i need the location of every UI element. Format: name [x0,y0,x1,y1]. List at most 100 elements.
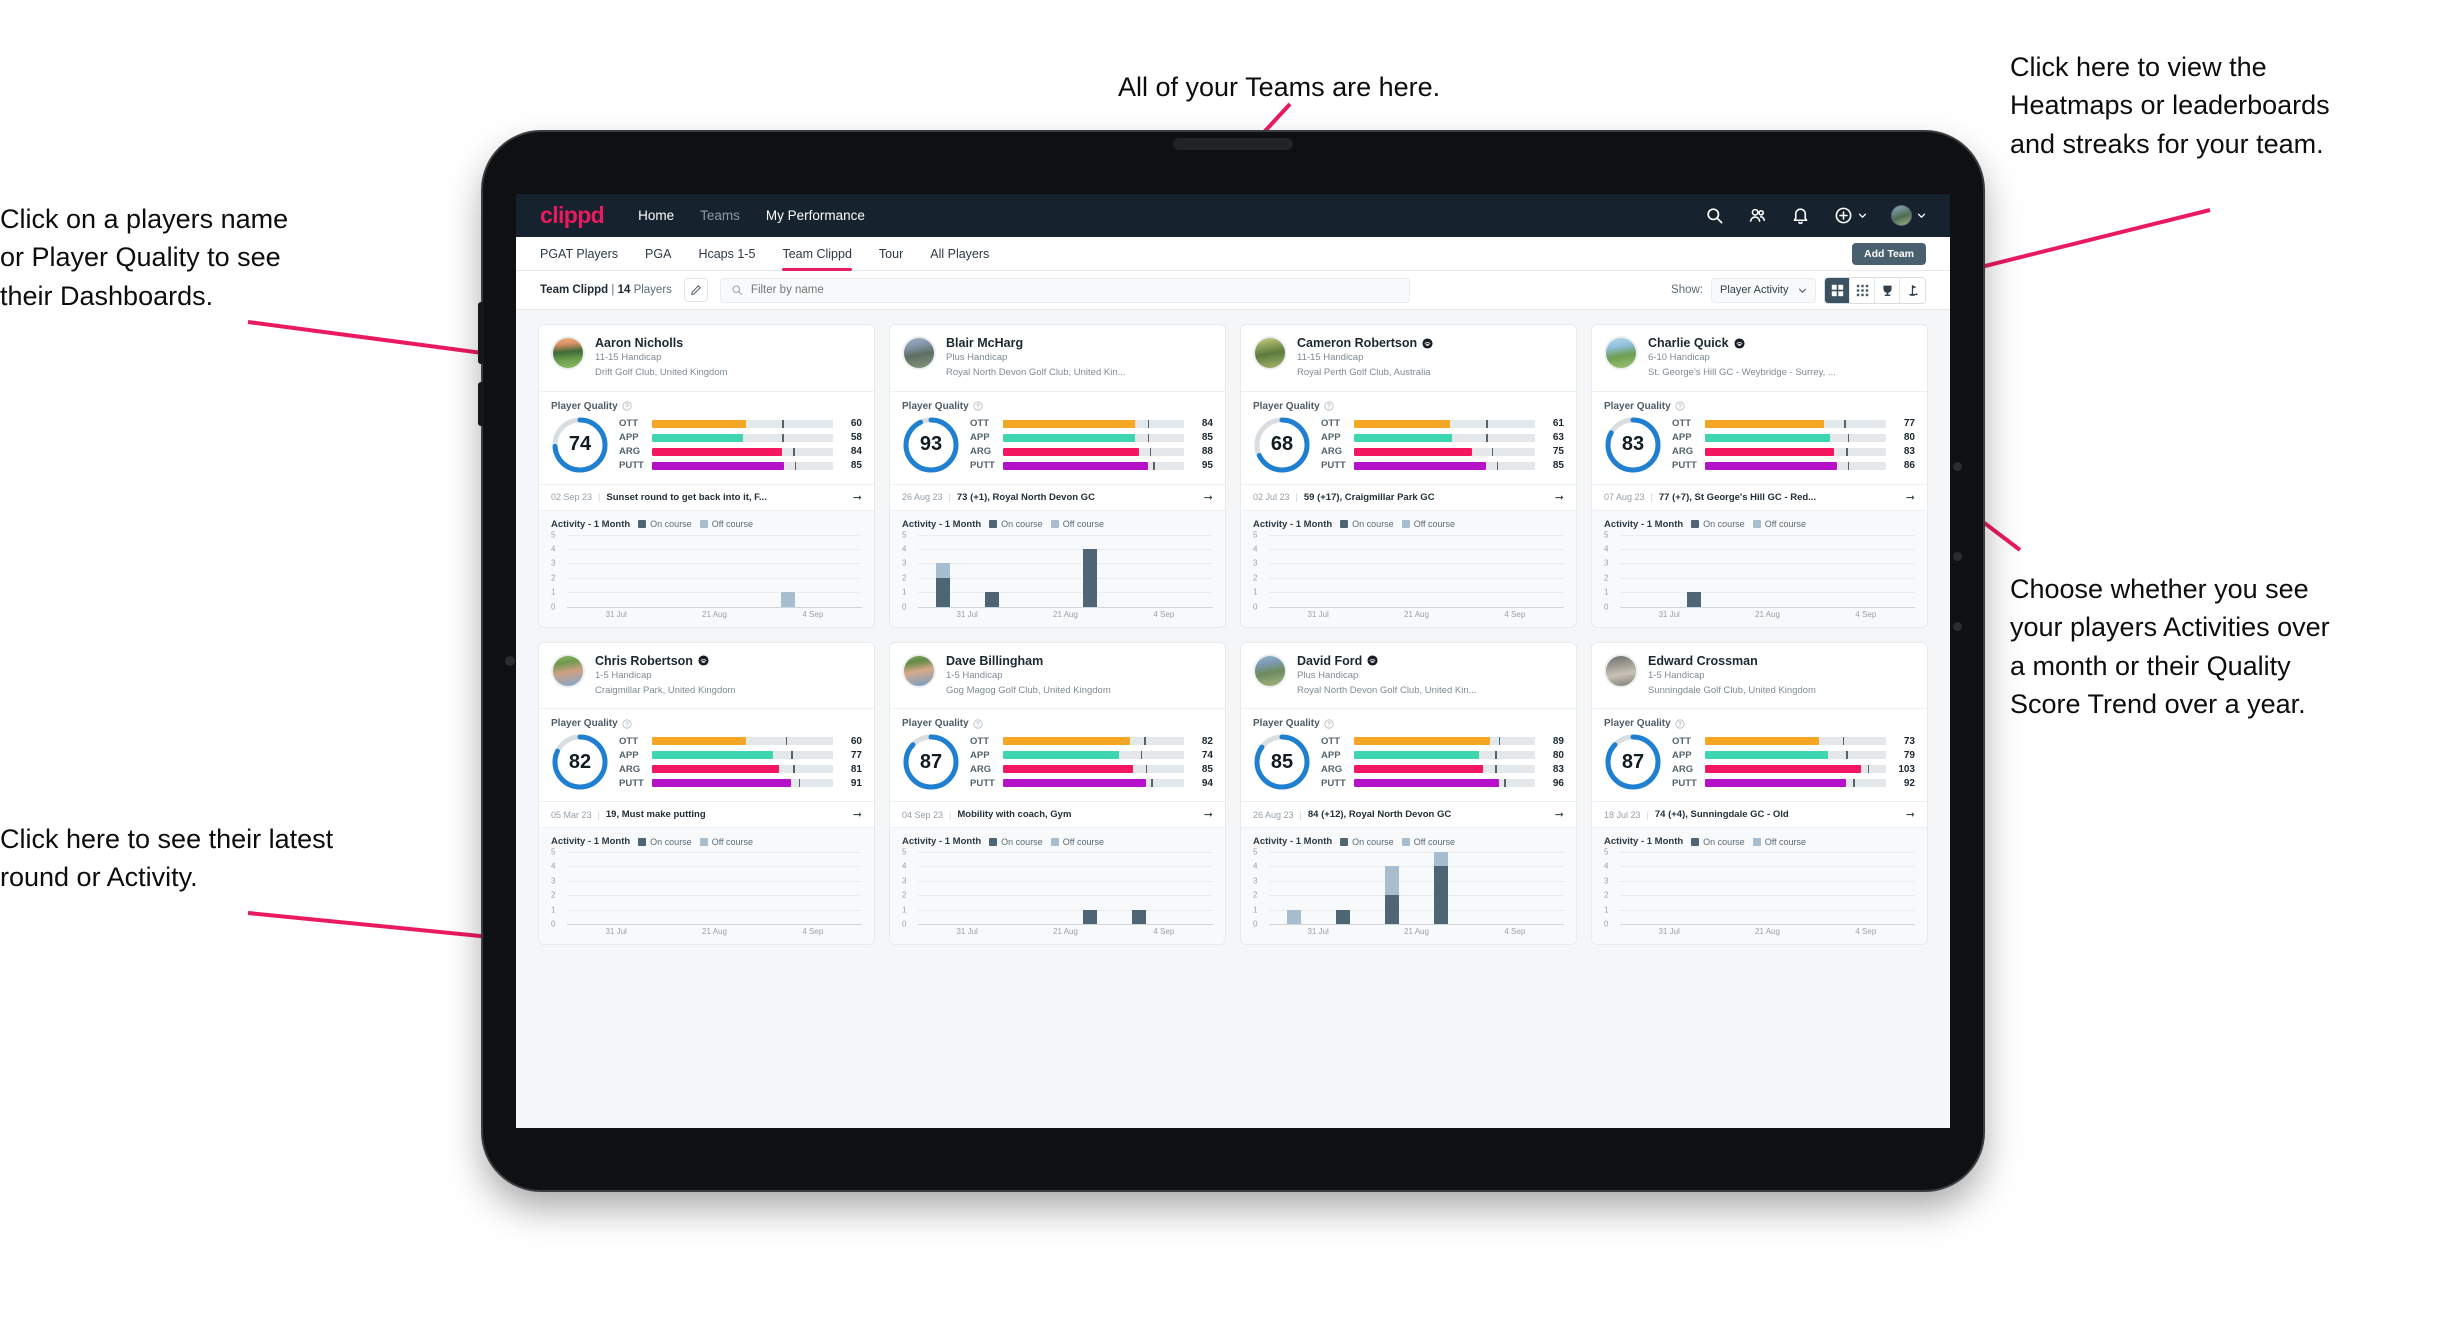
player-card[interactable]: David Ford Plus Handicap Royal North Dev… [1240,641,1577,945]
stat-bar-track [1354,779,1535,787]
activity-bar[interactable] [1384,866,1399,924]
latest-round-row[interactable]: 26 Aug 23 | 84 (+12), Royal North Devon … [1241,801,1576,827]
arrow-right-icon[interactable]: ➞ [1906,808,1915,821]
activity-bar[interactable] [1083,548,1098,607]
player-avatar[interactable] [551,336,585,370]
player-avatar[interactable] [1604,653,1638,688]
player-card[interactable]: Chris Robertson 1-5 Handicap Craigmillar… [538,641,875,945]
nav-link-teams[interactable]: Teams [700,208,740,223]
activity-bar[interactable] [1686,592,1701,607]
tab-pga[interactable]: PGA [645,237,671,271]
arrow-right-icon[interactable]: ➞ [1555,808,1564,821]
player-name[interactable]: David Ford [1297,654,1362,668]
search-field-wrapper[interactable] [719,277,1410,303]
tab-all-players[interactable]: All Players [930,237,989,271]
latest-round-row[interactable]: 26 Aug 23 | 73 (+1), Royal North Devon G… [890,483,1225,510]
player-name[interactable]: Dave Billingham [946,654,1043,668]
player-quality-ring[interactable]: 85 [1253,733,1311,791]
player-avatar[interactable] [551,653,585,688]
activity-bar[interactable] [935,563,950,607]
arrow-right-icon[interactable]: ➞ [853,808,862,821]
arrow-right-icon[interactable]: ➞ [1906,491,1915,504]
plus-circle-icon[interactable] [1834,206,1853,225]
show-select[interactable]: Player Activity [1711,277,1816,303]
nav-link-home[interactable]: Home [638,208,674,223]
player-name[interactable]: Chris Robertson [595,654,693,668]
bar-slot [967,852,1016,924]
edit-team-button[interactable] [683,278,708,302]
arrow-right-icon[interactable]: ➞ [1204,491,1213,504]
player-quality-ring[interactable]: 74 [551,416,609,474]
latest-round-row[interactable]: 18 Jul 23 | 74 (+4), Sunningdale GC - Ol… [1592,801,1927,827]
latest-round-row[interactable]: 07 Aug 23 | 77 (+7), St George's Hill GC… [1592,483,1927,510]
arrow-right-icon[interactable]: ➞ [1204,808,1213,821]
grid-large-view-button[interactable] [1825,277,1850,303]
arrow-right-icon[interactable]: ➞ [1555,491,1564,504]
nav-link-my-performance[interactable]: My Performance [766,208,865,223]
player-avatar[interactable] [1604,336,1638,370]
activity-bar[interactable] [1335,909,1350,924]
activity-bar[interactable] [781,592,796,607]
avatar[interactable] [1891,205,1912,226]
player-name[interactable]: Charlie Quick [1648,336,1729,350]
player-card[interactable]: Blair McHarg Plus Handicap Royal North D… [889,324,1226,628]
tab-hcaps-1-5[interactable]: Hcaps 1-5 [698,237,755,271]
people-icon[interactable] [1748,206,1767,225]
activity-bar[interactable] [984,592,999,607]
add-team-button[interactable]: Add Team [1852,243,1926,265]
player-card[interactable]: Aaron Nicholls 11-15 Handicap Drift Golf… [538,324,875,628]
tab-pgat-players[interactable]: PGAT Players [540,237,618,271]
player-card[interactable]: Dave Billingham 1-5 Handicap Gog Magog G… [889,641,1226,945]
add-menu-button[interactable] [1834,206,1867,225]
player-quality-ring[interactable]: 87 [1604,733,1662,791]
player-card[interactable]: Edward Crossman 1-5 Handicap Sunningdale… [1591,641,1928,945]
activity-bar[interactable] [1286,909,1301,924]
player-quality-ring[interactable]: 68 [1253,416,1311,474]
search-icon[interactable] [1705,206,1724,225]
player-avatar[interactable] [1253,336,1287,370]
bell-icon[interactable] [1791,206,1810,225]
stat-bar-marker [1495,765,1497,773]
trophy-view-button[interactable] [1875,277,1900,303]
help-icon[interactable] [622,401,632,411]
clippd-logo[interactable]: clippd [540,202,605,229]
help-icon[interactable] [973,401,983,411]
tab-team-clippd[interactable]: Team Clippd [782,237,853,271]
player-quality-ring[interactable]: 82 [551,733,609,791]
activity-bar[interactable] [1434,852,1449,924]
stat-row: PUTT 86 [1672,460,1915,471]
player-name[interactable]: Aaron Nicholls [595,336,683,350]
player-name[interactable]: Cameron Robertson [1297,336,1417,350]
help-icon[interactable] [622,718,632,729]
player-quality-ring[interactable]: 93 [902,416,960,474]
player-name[interactable]: Edward Crossman [1648,654,1758,668]
latest-round-row[interactable]: 04 Sep 23 | Mobility with coach, Gym ➞ [890,801,1225,827]
help-icon[interactable] [1324,718,1334,729]
tab-tour[interactable]: Tour [879,237,903,271]
latest-round-row[interactable]: 02 Jul 23 | 59 (+17), Craigmillar Park G… [1241,483,1576,510]
player-avatar[interactable] [902,336,936,370]
player-quality-ring[interactable]: 83 [1604,416,1662,474]
bar-slot [1417,852,1466,924]
activity-bar[interactable] [1083,909,1098,924]
x-tick-label: 21 Aug [1053,927,1078,936]
player-quality-ring[interactable]: 87 [902,733,960,791]
user-menu-button[interactable] [1891,205,1926,226]
search-input[interactable] [750,284,1399,296]
help-icon[interactable] [1324,401,1334,411]
help-icon[interactable] [1675,401,1685,411]
arrow-right-icon[interactable]: ➞ [853,491,862,504]
bar-slot [813,535,862,607]
help-icon[interactable] [973,718,983,729]
player-avatar[interactable] [1253,653,1287,688]
player-avatar[interactable] [902,653,936,688]
grid-small-view-button[interactable] [1850,277,1875,303]
latest-round-row[interactable]: 02 Sep 23 | Sunset round to get back int… [539,483,874,510]
help-icon[interactable] [1675,718,1685,729]
player-card[interactable]: Cameron Robertson 11-15 Handicap Royal P… [1240,324,1577,628]
player-name[interactable]: Blair McHarg [946,336,1023,350]
golf-flag-view-button[interactable] [1900,277,1925,303]
latest-round-row[interactable]: 05 Mar 23 | 19, Must make putting ➞ [539,801,874,827]
player-card[interactable]: Charlie Quick 6-10 Handicap St. George's… [1591,324,1928,628]
activity-bar[interactable] [1132,909,1147,924]
